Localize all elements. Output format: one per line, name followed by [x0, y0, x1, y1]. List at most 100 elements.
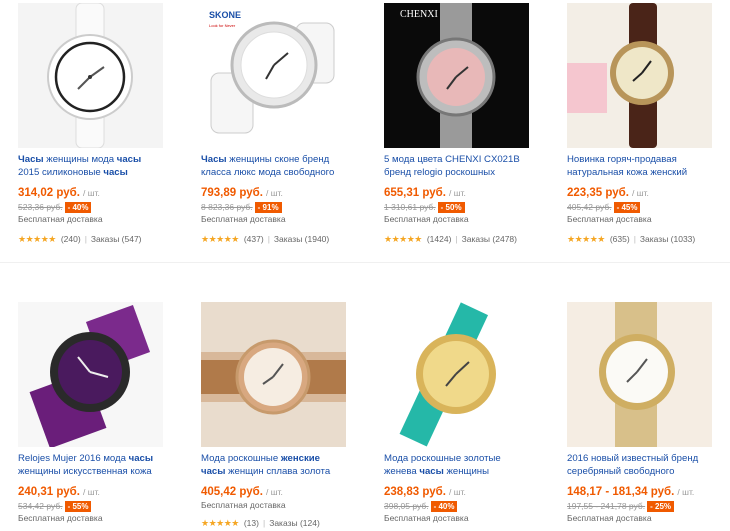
old-price: 1 310,61 руб.	[384, 202, 436, 212]
product-image[interactable]	[567, 3, 712, 148]
orders-count[interactable]: Заказы (124)	[269, 517, 320, 529]
product-image[interactable]	[18, 302, 163, 447]
product-image[interactable]	[384, 302, 529, 447]
product-title[interactable]: Часы женщины мода часы 2015 силиконовые …	[18, 153, 163, 179]
product-card[interactable]: 2016 новый известный бренд серебряный св…	[567, 302, 712, 524]
product-card[interactable]: Новинка горяч-продавая натуральная кожа …	[567, 3, 712, 245]
title-text: женщин сплава золота	[225, 466, 331, 477]
product-title[interactable]: 5 мода цвета CHENXI CX021B бренд relogio…	[384, 153, 529, 179]
rating-stars-icon: ★★★★★	[201, 234, 239, 244]
product-title[interactable]: Новинка горяч-продавая натуральная кожа …	[567, 153, 712, 179]
orders-count[interactable]: Заказы (1033)	[640, 233, 695, 245]
free-shipping: Бесплатная доставка	[384, 214, 469, 224]
product-card[interactable]: Мода роскошные женские часы женщин сплав…	[201, 302, 346, 529]
product-title[interactable]: Мода роскошные золотые женева часы женщи…	[384, 452, 529, 478]
price-unit: / шт.	[449, 188, 466, 198]
product-card[interactable]: Часы женщины мода часы 2015 силиконовые …	[18, 3, 163, 245]
orders-count[interactable]: Заказы (2478)	[462, 233, 517, 245]
product-title[interactable]: 2016 новый известный бренд серебряный св…	[567, 452, 712, 478]
rating-stars-icon: ★★★★★	[567, 234, 605, 244]
brand-logo: SKONE	[209, 10, 241, 20]
product-image[interactable]	[18, 3, 163, 148]
title-text: 2015 силиконовые	[18, 167, 104, 178]
title-text: 5 мода цвета CHENXI CX021B бренд relogio…	[384, 154, 520, 178]
discount-badge: - 45%	[613, 202, 641, 213]
rating-count[interactable]: (635)	[610, 233, 630, 245]
rating-count[interactable]: (1424)	[427, 233, 452, 245]
title-keyword: часы	[116, 154, 142, 165]
orders-count[interactable]: Заказы (547)	[91, 233, 142, 245]
price: 793,89 руб.	[201, 187, 263, 199]
price-unit: / шт.	[266, 487, 283, 497]
price: 314,02 руб.	[18, 187, 80, 199]
old-price: 8 823,36 руб.	[201, 202, 253, 212]
rating-stars-icon: ★★★★★	[201, 518, 239, 528]
discount-badge: - 40%	[430, 501, 458, 512]
free-shipping: Бесплатная доставка	[384, 513, 469, 523]
price: 238,83 руб.	[384, 486, 446, 498]
product-title[interactable]: Часы женщины сконе бренд класса люкс мод…	[201, 153, 346, 179]
discount-badge: - 25%	[647, 501, 675, 512]
free-shipping: Бесплатная доставка	[18, 214, 103, 224]
title-text: Relojes Mujer 2016 мода	[18, 453, 129, 464]
product-card[interactable]: CHENXI 5 мода цвета CHENXI CX021B бренд …	[384, 3, 529, 245]
price-unit: / шт.	[83, 188, 100, 198]
product-title[interactable]: Relojes Mujer 2016 мода часы женщины иск…	[18, 452, 163, 478]
meta-separator: |	[267, 234, 270, 244]
title-text: женщины мода	[43, 154, 117, 165]
price-unit: / шт.	[449, 487, 466, 497]
meta-separator: |	[455, 234, 458, 244]
discount-badge: - 55%	[64, 501, 92, 512]
product-card[interactable]: Relojes Mujer 2016 мода часы женщины иск…	[18, 302, 163, 524]
product-title[interactable]: Мода роскошные женские часы женщин сплав…	[201, 452, 346, 478]
free-shipping: Бесплатная доставка	[18, 513, 103, 523]
title-text: Мода роскошные	[201, 453, 281, 464]
title-keyword: часы	[419, 466, 444, 477]
title-text: 2016 новый известный бренд серебряный св…	[567, 453, 699, 477]
product-image[interactable]: CHENXI	[384, 3, 529, 148]
price: 655,31 руб.	[384, 187, 446, 199]
old-price: 523,36 руб.	[18, 202, 63, 212]
price: 223,35 руб.	[567, 187, 629, 199]
brand-tagline: Look for Never	[209, 23, 236, 28]
title-text: женщины	[443, 466, 489, 477]
old-price: 398,05 руб.	[384, 501, 429, 511]
brand-logo: CHENXI	[400, 9, 438, 20]
title-keyword: часы	[103, 167, 128, 178]
product-image[interactable]	[567, 302, 712, 447]
discount-badge: - 91%	[254, 202, 282, 213]
price-unit: / шт.	[83, 487, 100, 497]
price-unit: / шт.	[677, 487, 695, 497]
discount-badge: - 50%	[437, 202, 465, 213]
free-shipping: Бесплатная доставка	[201, 500, 286, 510]
price: 405,42 руб.	[201, 486, 263, 498]
free-shipping: Бесплатная доставка	[201, 214, 286, 224]
old-price: 534,42 руб.	[18, 501, 63, 511]
meta-separator: |	[633, 234, 636, 244]
rating-count[interactable]: (437)	[244, 233, 264, 245]
free-shipping: Бесплатная доставка	[567, 214, 652, 224]
price-unit: / шт.	[266, 188, 283, 198]
price: 148,17 - 181,34 руб.	[567, 486, 675, 498]
meta-separator: |	[262, 518, 266, 528]
title-keyword: часы	[128, 453, 154, 464]
rating-count[interactable]: (13)	[244, 517, 259, 529]
product-image[interactable]	[201, 302, 346, 447]
rating-count[interactable]: (240)	[61, 233, 81, 245]
price-unit: / шт.	[632, 188, 649, 198]
product-card[interactable]: Мода роскошные золотые женева часы женщи…	[384, 302, 529, 524]
title-keyword: Часы	[201, 154, 227, 165]
free-shipping: Бесплатная доставка	[567, 513, 652, 523]
row-divider	[0, 262, 730, 263]
title-text: женщины искусственная кожа	[18, 466, 152, 477]
old-price: 197,55 - 241,78 руб.	[567, 501, 646, 511]
product-image[interactable]: SKONE Look for Never	[201, 3, 346, 148]
price: 240,31 руб.	[18, 486, 80, 498]
product-card[interactable]: SKONE Look for Never Часы женщины сконе …	[201, 3, 346, 245]
orders-count[interactable]: Заказы (1940)	[274, 233, 329, 245]
rating-stars-icon: ★★★★★	[384, 234, 422, 244]
meta-separator: |	[84, 234, 87, 244]
title-keyword: Часы	[18, 154, 44, 165]
title-text: Новинка горяч-продавая натуральная кожа …	[567, 154, 688, 178]
old-price: 405,42 руб.	[567, 202, 612, 212]
